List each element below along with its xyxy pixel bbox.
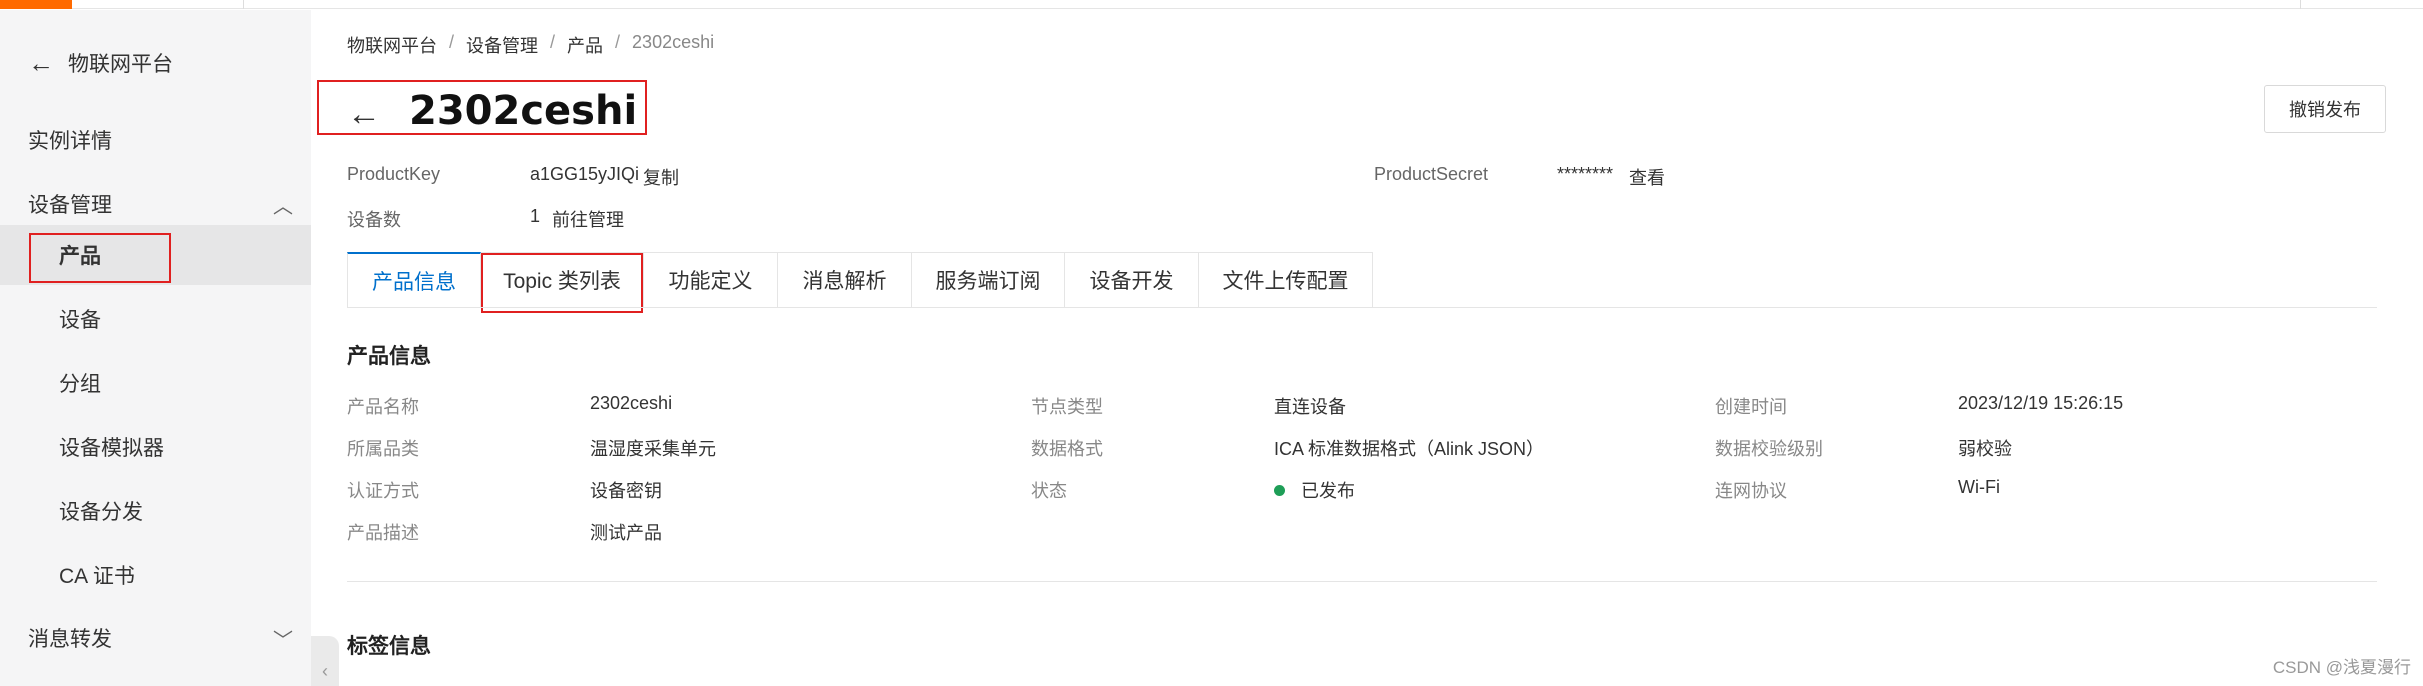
section-title-product-info: 产品信息 bbox=[347, 345, 431, 368]
arrow-left-icon[interactable]: ← bbox=[347, 95, 381, 134]
sidebar-item-device-distribution[interactable]: 设备分发 bbox=[0, 481, 311, 541]
field-value: 2023/12/19 15:26:15 bbox=[1958, 393, 2124, 413]
breadcrumb-separator: / bbox=[615, 32, 621, 52]
copy-link[interactable]: 复制 bbox=[643, 164, 679, 190]
tab-device-development[interactable]: 设备开发 bbox=[1065, 252, 1199, 308]
field-label: 认证方式 bbox=[347, 481, 419, 501]
breadcrumb-item[interactable]: 产品 bbox=[567, 32, 603, 58]
status-field: 已发布 bbox=[1274, 477, 1355, 503]
tab-product-info[interactable]: 产品信息 bbox=[347, 252, 481, 308]
product-secret-value: ******** bbox=[1557, 164, 1614, 184]
sidebar-item-label: 设备 bbox=[59, 309, 101, 332]
sidebar-item-label: 分组 bbox=[59, 373, 101, 396]
watermark: CSDN @浅夏漫行 bbox=[2272, 658, 2411, 677]
field-label: 连网协议 bbox=[1715, 481, 1787, 501]
sidebar-item-label: 设备分发 bbox=[59, 501, 143, 524]
top-separator bbox=[2300, 0, 2301, 9]
product-key-row: ProductKey a1GG15yJIQi 复制 ProductSecret … bbox=[347, 164, 1665, 190]
field-value: 直连设备 bbox=[1274, 397, 1346, 417]
page-title: ← 2302ceshi bbox=[347, 88, 637, 134]
field-label: 数据校验级别 bbox=[1715, 439, 1823, 459]
tab-topic-list[interactable]: Topic 类列表 bbox=[481, 252, 644, 313]
arrow-left-icon: ← bbox=[28, 47, 54, 78]
section-divider bbox=[347, 581, 2377, 582]
field-value: 设备密钥 bbox=[590, 481, 662, 501]
revoke-publish-button[interactable]: 撤销发布 bbox=[2264, 85, 2386, 133]
field-label: 产品描述 bbox=[347, 523, 419, 543]
sidebar: ← 物联网平台 实例详情 设备管理 ︿ 产品 设备 分组 设备模拟器 设备分发 … bbox=[0, 10, 311, 686]
sidebar-item-label: 实例详情 bbox=[28, 130, 112, 153]
field-value: Wi-Fi bbox=[1958, 477, 2000, 497]
breadcrumb-item[interactable]: 设备管理 bbox=[466, 32, 538, 58]
device-count-value: 1 bbox=[530, 206, 541, 226]
sidebar-item-group[interactable]: 分组 bbox=[0, 353, 311, 413]
status-badge: 已发布 bbox=[1301, 481, 1355, 501]
tab-label: 消息解析 bbox=[802, 270, 887, 293]
sidebar-item-label: 设备模拟器 bbox=[59, 437, 164, 460]
field-label: 创建时间 bbox=[1715, 397, 1787, 417]
breadcrumb-item[interactable]: 物联网平台 bbox=[347, 32, 437, 58]
field-label: 产品名称 bbox=[347, 397, 419, 417]
sidebar-item-device-simulator[interactable]: 设备模拟器 bbox=[0, 417, 311, 477]
tab-message-parsing[interactable]: 消息解析 bbox=[778, 252, 912, 308]
sidebar-back-label: 物联网平台 bbox=[68, 53, 173, 76]
tab-label: 服务端订阅 bbox=[935, 270, 1041, 293]
sidebar-item-ca-cert[interactable]: CA 证书 bbox=[0, 545, 311, 605]
chevron-down-icon: ﹀ bbox=[273, 629, 293, 652]
product-key-label: ProductKey bbox=[347, 164, 441, 184]
breadcrumb-separator: / bbox=[449, 32, 455, 52]
device-count-label: 设备数 bbox=[347, 210, 401, 230]
main-content: 物联网平台 / 设备管理 / 产品 / 2302ceshi ← 2302cesh… bbox=[317, 10, 2386, 686]
field-value: ICA 标准数据格式（Alink JSON） bbox=[1274, 439, 1545, 459]
product-name-title: 2302ceshi bbox=[409, 88, 638, 134]
brand-accent bbox=[0, 0, 72, 9]
highlight-box bbox=[481, 253, 643, 313]
breadcrumb-separator: / bbox=[550, 32, 556, 52]
sidebar-collapse-handle[interactable]: ‹ bbox=[311, 636, 339, 686]
chevron-left-icon: ‹ bbox=[322, 661, 328, 681]
field-value: 弱校验 bbox=[1958, 439, 2012, 459]
top-bar bbox=[0, 0, 2423, 9]
chevron-up-icon: ︿ bbox=[273, 195, 293, 218]
field-value: 温湿度采集单元 bbox=[590, 439, 716, 459]
device-count-row: 设备数 1 前往管理 bbox=[347, 206, 947, 230]
tab-label: 设备开发 bbox=[1089, 270, 1174, 293]
view-secret-link[interactable]: 查看 bbox=[1629, 164, 1665, 190]
sidebar-item-label: 产品 bbox=[59, 245, 101, 268]
field-value: 2302ceshi bbox=[590, 393, 673, 413]
tab-label: 功能定义 bbox=[668, 270, 753, 293]
section-title-tag-info: 标签信息 bbox=[347, 635, 431, 658]
field-label: 所属品类 bbox=[347, 439, 419, 459]
tab-server-subscription[interactable]: 服务端订阅 bbox=[912, 252, 1065, 308]
breadcrumb: 物联网平台 / 设备管理 / 产品 / 2302ceshi bbox=[347, 32, 714, 58]
tab-bar: 产品信息 Topic 类列表 功能定义 消息解析 服务端订阅 设备开发 文件上传… bbox=[347, 252, 1373, 313]
field-label: 节点类型 bbox=[1031, 397, 1103, 417]
manage-devices-link[interactable]: 前往管理 bbox=[552, 206, 624, 232]
sidebar-back-link[interactable]: ← 物联网平台 bbox=[28, 38, 173, 88]
top-separator bbox=[243, 0, 244, 9]
sidebar-item-label: 设备管理 bbox=[28, 194, 112, 217]
field-label: 数据格式 bbox=[1031, 439, 1103, 459]
tab-label: 文件上传配置 bbox=[1222, 270, 1349, 293]
tab-function-definition[interactable]: 功能定义 bbox=[644, 252, 778, 308]
product-secret-label: ProductSecret bbox=[1374, 164, 1489, 184]
breadcrumb-current: 2302ceshi bbox=[632, 32, 715, 52]
status-dot-icon bbox=[1274, 484, 1285, 496]
sidebar-item-instance-detail[interactable]: 实例详情 bbox=[0, 110, 311, 170]
tab-label: 产品信息 bbox=[372, 271, 456, 294]
sidebar-item-label: 消息转发 bbox=[28, 628, 112, 651]
sidebar-item-product[interactable]: 产品 bbox=[0, 225, 311, 285]
tab-bar-underline bbox=[347, 307, 2377, 308]
sidebar-item-device[interactable]: 设备 bbox=[0, 289, 311, 349]
field-label: 状态 bbox=[1031, 481, 1067, 501]
product-key-value: a1GG15yJIQi bbox=[530, 164, 640, 184]
sidebar-item-label: CA 证书 bbox=[59, 565, 135, 588]
tab-file-upload-config[interactable]: 文件上传配置 bbox=[1199, 252, 1373, 308]
sidebar-group-message-forwarding[interactable]: 消息转发 ﹀ bbox=[0, 608, 311, 668]
field-value: 测试产品 bbox=[590, 523, 662, 543]
